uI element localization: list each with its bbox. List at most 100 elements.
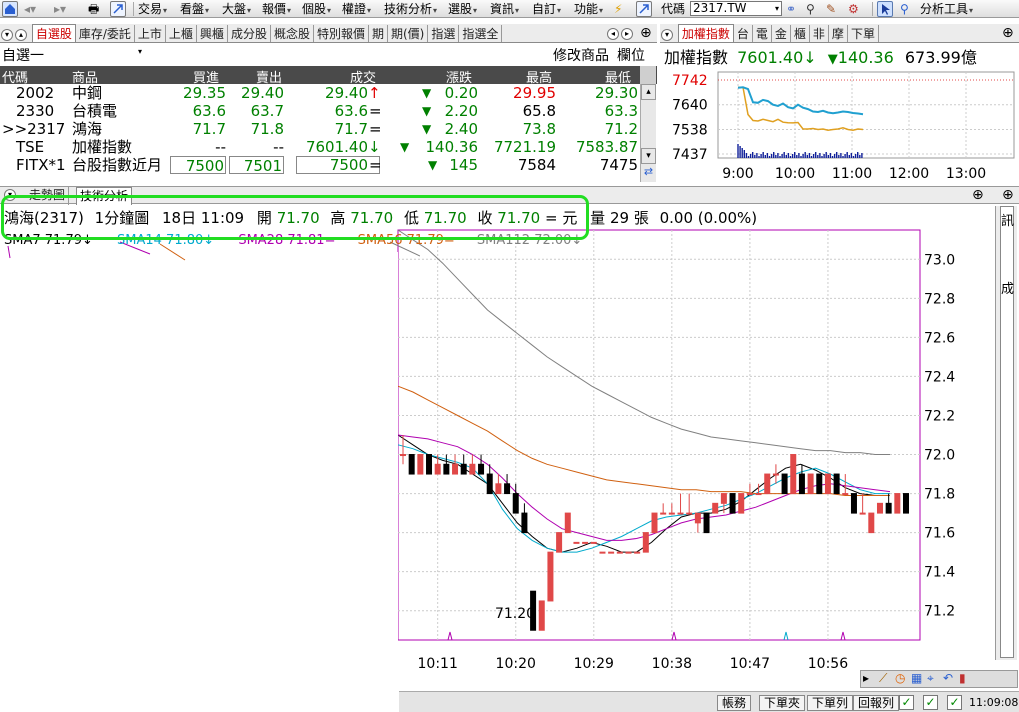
tab-non[interactable]: 非 <box>810 25 829 42</box>
menu-watch[interactable]: 看盤▾ <box>180 1 209 17</box>
refresh-icon[interactable]: ⇄ <box>641 165 656 181</box>
right-side-panel: 訊 成 <box>995 206 1017 660</box>
tab-special-quote[interactable]: 特別報價 <box>314 25 369 42</box>
tab-next-icon[interactable]: ▸ <box>621 27 633 40</box>
chart-scroll-right-icon[interactable]: ▸ <box>863 671 869 685</box>
cell-low: 63.3 <box>604 102 638 120</box>
tab-components[interactable]: 成分股 <box>228 25 271 42</box>
candle-body <box>903 493 909 514</box>
table-row[interactable]: >>2317 鴻海 71.7 71.8 71.7 = ▼ 2.40 73.8 7… <box>0 120 657 138</box>
index-tab-down-icon[interactable]: ▾ <box>661 28 673 41</box>
watchlist-selector[interactable]: 自選一 ▾ <box>2 45 142 65</box>
menu-technical[interactable]: 技術分析▾ <box>384 1 437 17</box>
analysis-tool-icon[interactable]: ⚲ <box>900 1 909 17</box>
accounts-button[interactable]: 帳務 <box>717 695 752 711</box>
candle-body <box>703 512 710 534</box>
checkbox-1[interactable]: ✓ <box>899 695 914 710</box>
scroll-down-icon[interactable]: ▾ <box>641 148 656 164</box>
popup-icon[interactable] <box>636 1 652 17</box>
tab-otc-index[interactable]: 櫃 <box>791 25 810 42</box>
bar-chart-icon[interactable]: ▮ <box>959 671 966 685</box>
menu-function[interactable]: 功能▾ <box>574 1 603 17</box>
order-folder-button[interactable]: 下單夾 <box>759 695 806 711</box>
tab-index-options[interactable]: 指選 <box>428 25 460 42</box>
checkbox-3[interactable]: ✓ <box>947 695 962 710</box>
tab-prev-icon[interactable]: ◂ <box>607 27 619 40</box>
menu-screening[interactable]: 選股▾ <box>448 1 477 17</box>
tab-scroll-down-icon[interactable]: ▾ <box>1 28 13 41</box>
undo-icon[interactable]: ↶ <box>943 671 953 685</box>
volume-unit: 張 <box>633 209 649 227</box>
chart-zoom-icon[interactable]: ⊕ <box>972 187 984 203</box>
menu-quote[interactable]: 報價▾ <box>262 1 291 17</box>
blank-area <box>0 252 398 712</box>
print-icon[interactable]: 🖶 <box>88 1 99 17</box>
settings-icon[interactable]: ⚙ <box>848 1 859 17</box>
column-menu-icon[interactable] <box>640 66 656 84</box>
crosshair-icon[interactable]: ⌖ <box>927 671 934 686</box>
tab-taiex[interactable]: 加權指數 <box>677 24 734 42</box>
forward-icon[interactable]: ▸▾ <box>54 1 66 17</box>
tab-index-options-all[interactable]: 指選全 <box>459 25 503 42</box>
table-row[interactable]: FITX*1 台股指數近月 7500 7501 7500 = ▼ 145 758… <box>0 156 657 175</box>
table-row[interactable]: TSE 加權指數 -- -- 7601.40 ↓ ▼ 140.36 7721.1… <box>0 138 657 156</box>
tab-emerging[interactable]: 興櫃 <box>197 25 228 42</box>
table-row[interactable]: 2002 中鋼 29.35 29.40 29.40 ↑ ▼ 0.20 29.95… <box>0 84 657 102</box>
code-input[interactable]: 2317.TW ▾ <box>690 1 782 16</box>
tab-inventory[interactable]: 庫存/委託 <box>76 25 135 42</box>
tab-fin[interactable]: 金 <box>772 25 791 42</box>
candle-body <box>564 512 571 534</box>
candle-body <box>582 541 589 544</box>
tools-icon[interactable]: ✎ <box>826 1 836 17</box>
search-icon[interactable]: ⚲ <box>806 1 815 17</box>
tab-otc[interactable]: 上櫃 <box>166 25 197 42</box>
clock-icon[interactable]: ◷ <box>895 671 905 685</box>
home-icon[interactable] <box>2 1 18 17</box>
order-bar-button[interactable]: 下單列 <box>807 695 854 711</box>
side-scroll[interactable] <box>1000 206 1014 658</box>
lightning-icon[interactable]: ⚡ <box>614 1 622 17</box>
fields-button[interactable]: 欄位 <box>617 45 645 65</box>
chart-zoom-icon-2[interactable]: ⊕ <box>1002 187 1014 203</box>
report-bar-button[interactable]: 回報列 <box>853 695 900 711</box>
tab-elec[interactable]: 電 <box>753 25 772 42</box>
tab-order[interactable]: 下單 <box>848 25 879 42</box>
table-scrollbar[interactable]: ▴ ▾ ⇄ <box>640 84 656 182</box>
edit-products-button[interactable]: 修改商品 <box>553 45 609 65</box>
checkbox-2[interactable]: ✓ <box>923 695 938 710</box>
index-zoom-icon[interactable]: ⊕ <box>1002 25 1014 41</box>
candle-body <box>772 473 779 476</box>
down-triangle-icon: ▼ <box>422 86 432 100</box>
tab-tw[interactable]: 台 <box>734 25 753 42</box>
menu-market[interactable]: 大盤▾ <box>222 1 251 17</box>
cell-bid[interactable]: 7500 <box>170 156 226 175</box>
zoom-icon[interactable]: ⊕ <box>640 25 652 41</box>
scroll-up-icon[interactable]: ▴ <box>641 84 656 100</box>
tab-scroll-up-icon[interactable]: ▴ <box>15 28 27 41</box>
pointer-icon[interactable] <box>877 1 893 17</box>
tab-concept[interactable]: 概念股 <box>271 25 314 42</box>
tab-futures[interactable]: 期 <box>369 25 388 42</box>
cell-change: 2.20 <box>444 102 478 120</box>
menu-custom[interactable]: 自訂▾ <box>532 1 561 17</box>
candle-body <box>495 483 502 495</box>
back-icon[interactable]: ◂▾ <box>24 1 36 17</box>
tab-listed[interactable]: 上市 <box>135 25 166 42</box>
chart-tool-icon[interactable]: ⟋ <box>879 671 887 686</box>
cell-ask[interactable]: 7501 <box>229 156 284 175</box>
menu-stock[interactable]: 個股▾ <box>302 1 331 17</box>
menu-warrant[interactable]: 權證▾ <box>342 1 371 17</box>
menu-trade[interactable]: 交易▾ <box>138 1 167 17</box>
menu-info[interactable]: 資訊▾ <box>490 1 519 17</box>
analysis-tool-menu[interactable]: 分析工具▾ <box>920 1 973 17</box>
volume-value: 29 <box>609 209 630 227</box>
tab-futures-price[interactable]: 期(價) <box>388 25 429 42</box>
tab-msci[interactable]: 摩 <box>829 25 848 42</box>
tab-watchlist[interactable]: 自選股 <box>31 24 76 42</box>
table-row[interactable]: 2330 台積電 63.6 63.7 63.6 = ▼ 2.20 65.8 63… <box>0 102 657 120</box>
binoculars-icon[interactable]: ⚭ <box>786 1 796 17</box>
grid-icon[interactable]: ▦ <box>911 671 922 685</box>
index-mini-chart[interactable]: 7742 7640 7538 7437 9:00 10:00 11:00 12:00 13:0… <box>664 68 1016 184</box>
external-window-icon[interactable] <box>110 1 126 17</box>
candle-body <box>850 493 857 514</box>
